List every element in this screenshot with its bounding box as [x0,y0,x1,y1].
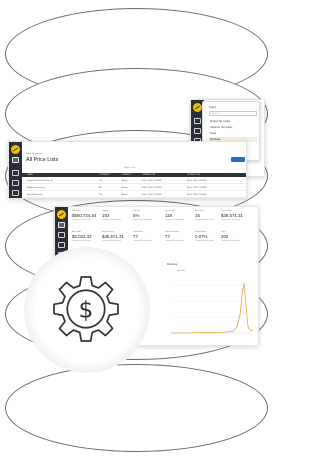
rail-icon-settings[interactable] [12,190,19,196]
column-header[interactable]: DEFAULT [122,174,131,176]
metric-avg-order: Avg Order $2,032.32 Compared to last month [72,231,92,242]
cell-created: Feb 1, 2022, 1:36 PM [142,193,162,196]
metric-returns: Returns 5% Compared to last month [133,210,153,221]
dollar-gear-icon: $ [53,276,119,342]
cell-name[interactable]: Default Price List [27,194,42,196]
rail-icon-sales[interactable] [12,170,19,176]
metric-visits: Visits 202 Compared to last month [221,231,241,242]
dropdown-option[interactable]: Taxes [209,131,257,136]
pager-text: Page 1 of 1 [124,167,136,169]
page-title: All Price Lists [26,157,59,163]
rail-icon-dashboard[interactable] [12,157,19,163]
cell-name[interactable]: Wholesale Price List [27,187,45,189]
cell-default: Active [122,193,128,196]
column-header[interactable]: CURRENCY [99,174,110,176]
metric-net-sales: Net Sales $500,724.54 Compared to last mon… [72,210,97,221]
brand-logo-icon [11,145,20,154]
cell-currency: Yes [99,179,103,182]
rail-icon-products[interactable] [12,180,19,186]
side-rail [9,142,22,198]
cell-updated: Feb 1, 2022, 1:36 PM [187,186,207,189]
cell-created: Feb 1, 2022, 1:36 PM [142,179,162,182]
rail-icon-orders[interactable] [194,118,201,124]
rail-icon-sales[interactable] [58,232,65,238]
cell-default: Active [122,179,128,182]
chart-title: Revenue [167,263,178,266]
cell-updated: Feb 1, 2022, 1:36 PM [187,179,207,182]
metric-customers: Customers 77 Compared to last month [133,231,153,242]
table-row[interactable]: Wholesale Price List No Active Feb 1, 20… [22,185,246,191]
metric-refund-rate: Refund Rate 0.07% Compared to last month [195,231,215,242]
dropdown-search-input[interactable]: Search... [209,111,257,116]
svg-text:$: $ [79,296,94,324]
metric-gross-sales: Gross Sales $36,571.31 Compared to last mo… [221,210,243,221]
table-header: NAME CURRENCY DEFAULT CREATED ON UPDATED… [22,173,246,177]
metric-items-sold: Items Sold 118 Compared to last month [165,210,185,221]
add-price-list-button[interactable] [231,157,245,162]
cell-name[interactable]: Veterans & Seniors Price List [27,180,53,182]
cell-currency: Yes [99,193,103,196]
table-row[interactable]: Veterans & Seniors Price List Yes Active… [22,178,246,184]
metric-avg-discount: Avg Discount $36,571.31 Compared to last m… [102,231,124,242]
rail-icon-dashboard[interactable] [58,222,65,228]
brand-logo-icon [57,210,66,219]
cell-created: Feb 1, 2022, 1:36 PM [142,186,162,189]
dropdown-header: Types [209,106,216,109]
column-header[interactable]: CREATED ON [142,174,155,176]
price-lists-window: Sales / Price List All Price Lists Page … [8,141,247,199]
column-header[interactable]: NAME [27,174,33,176]
cell-updated: Feb 1, 2022, 1:36 PM [187,193,207,196]
metric-net-profit: Net Profit 15 Compared to last month [195,210,215,221]
rail-icon-products[interactable] [194,128,201,134]
brand-logo-icon [193,103,202,112]
cell-default: Active [122,186,128,189]
breadcrumb: Sales / Price List [26,153,43,155]
composite-stage: Types Search... Product Tax Codes Custom… [0,0,275,460]
cell-currency: No [99,186,102,189]
chart-legend: Net Sales [177,270,186,272]
column-header[interactable]: UPDATED ON [187,174,200,176]
decorative-ellipse-6 [5,364,268,452]
dropdown-option[interactable]: Product Tax Codes [209,119,257,124]
revenue-chart [171,282,254,334]
table-row[interactable]: Default Price List Yes Active Feb 1, 202… [22,192,246,198]
metric-orders: Orders 183 Compared to last month [102,210,122,221]
dropdown-option[interactable]: Customer Tax Codes [209,125,257,130]
rail-icon-products[interactable] [58,242,65,248]
metric-new-customers: New Customers 77 Compared to last month [165,231,185,242]
